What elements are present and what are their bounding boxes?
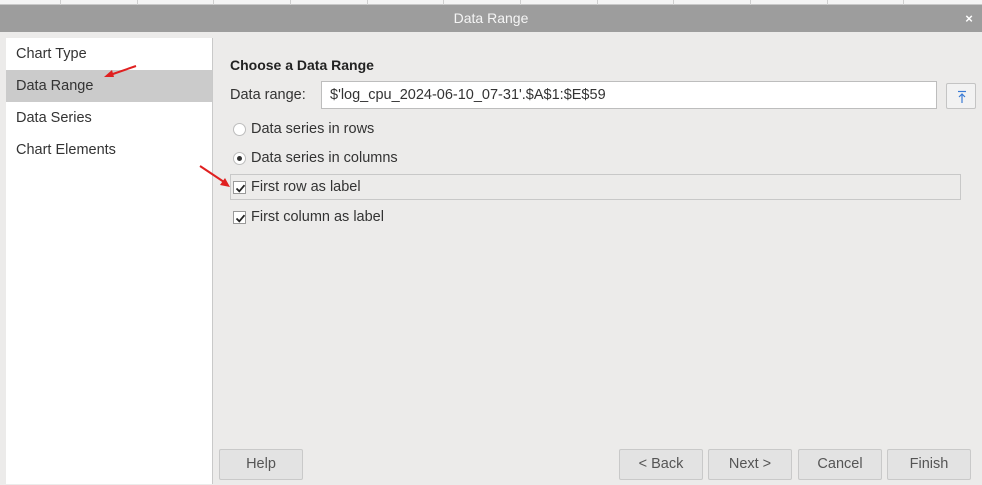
cancel-button[interactable]: Cancel	[798, 449, 882, 480]
sidebar-item-label: Data Range	[16, 78, 94, 94]
shrink-button[interactable]	[946, 83, 976, 109]
next-button[interactable]: Next >	[708, 449, 792, 480]
main-panel: Choose a Data Range Data range: $'log_cp…	[214, 38, 982, 485]
sidebar-item-data-range[interactable]: Data Range	[6, 70, 212, 102]
option-label: Data series in columns	[251, 150, 398, 166]
data-range-label: Data range:	[230, 87, 306, 103]
option-label: First row as label	[251, 179, 361, 195]
option-label: Data series in rows	[251, 121, 375, 137]
sidebar-item-label: Chart Type	[16, 46, 87, 62]
back-button[interactable]: < Back	[619, 449, 703, 480]
data-range-input[interactable]: $'log_cpu_2024-06-10_07-31'.$A$1:$E$59	[321, 81, 937, 109]
option-label: First column as label	[251, 209, 384, 225]
checkmark-icon	[235, 214, 246, 223]
sidebar-item-label: Data Series	[16, 110, 92, 126]
checkbox-indicator	[233, 181, 246, 194]
checkbox-indicator	[233, 211, 246, 224]
radio-indicator	[233, 152, 246, 165]
checkmark-icon	[235, 184, 246, 193]
finish-button[interactable]: Finish	[887, 449, 971, 480]
shrink-collapse-icon	[958, 90, 966, 103]
close-icon[interactable]: ×	[962, 5, 976, 32]
wizard-steps-sidebar: Chart Type Data Range Data Series Chart …	[6, 38, 213, 484]
section-title: Choose a Data Range	[230, 57, 374, 73]
sidebar-item-chart-elements[interactable]: Chart Elements	[6, 134, 212, 166]
sidebar-item-chart-type[interactable]: Chart Type	[6, 38, 212, 70]
data-range-row: Data range: $'log_cpu_2024-06-10_07-31'.…	[230, 81, 976, 109]
sidebar-item-data-series[interactable]: Data Series	[6, 102, 212, 134]
dialog-title: Data Range	[453, 10, 529, 26]
radio-indicator	[233, 123, 246, 136]
help-button[interactable]: Help	[219, 449, 303, 480]
sidebar-item-label: Chart Elements	[16, 142, 116, 158]
dialog-titlebar: Data Range ×	[0, 5, 982, 32]
